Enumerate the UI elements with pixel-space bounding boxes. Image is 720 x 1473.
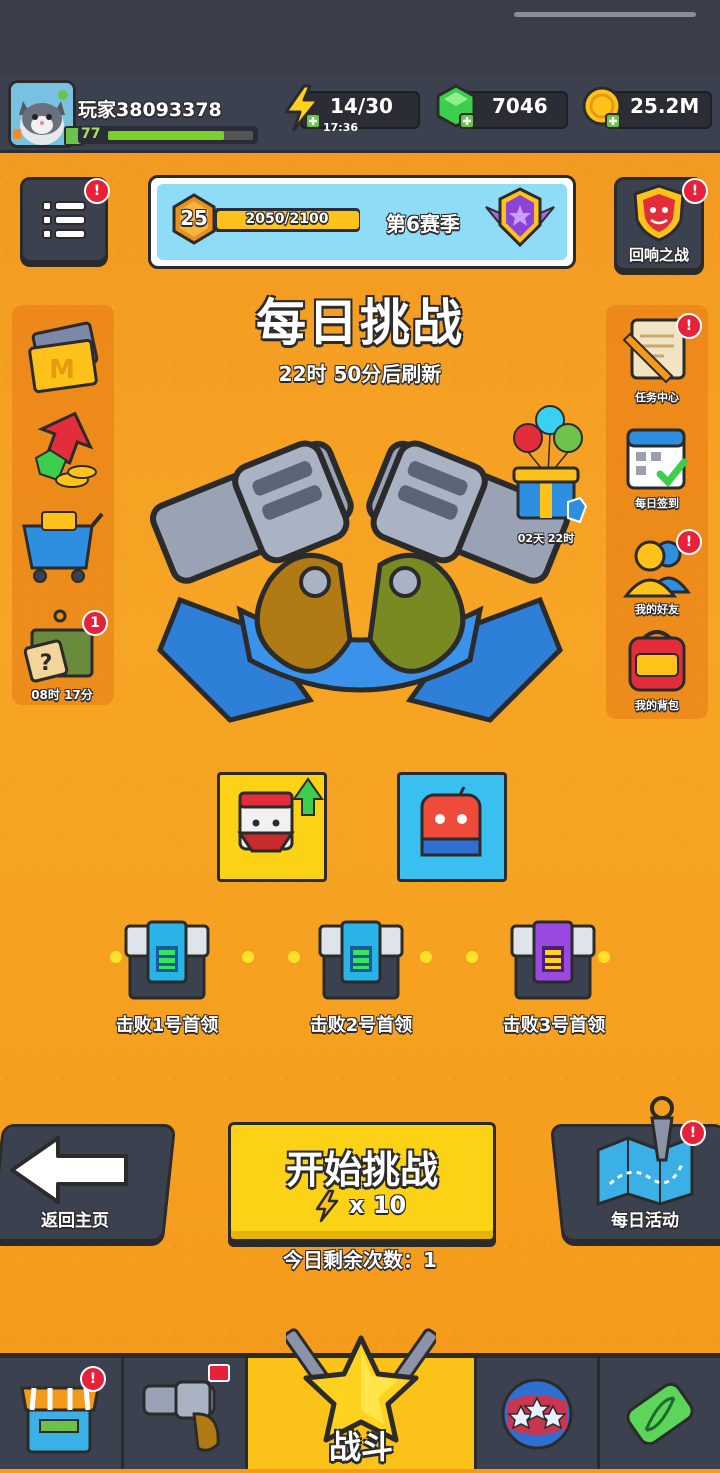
boss-chest-3[interactable] bbox=[510, 920, 596, 1000]
crate-count-badge: 1 bbox=[82, 610, 108, 636]
calendar-check-icon bbox=[626, 428, 688, 490]
svg-text:?: ? bbox=[40, 651, 53, 676]
weapons-new-badge bbox=[208, 1364, 230, 1382]
tab-genes[interactable] bbox=[600, 1358, 720, 1469]
svg-text:M: M bbox=[49, 355, 75, 385]
crate-timer: 08时 17分 bbox=[31, 688, 93, 702]
stars-globe-icon bbox=[501, 1378, 573, 1450]
progress-dot bbox=[466, 951, 478, 963]
purple-chest-icon bbox=[510, 920, 596, 1000]
home-indicator[interactable] bbox=[514, 12, 696, 17]
progress-dot bbox=[288, 951, 300, 963]
daily-signin-label: 每日签到 bbox=[635, 497, 679, 510]
menu-alert-badge: ! bbox=[84, 178, 110, 204]
boss-label-3: 击败3号首领 bbox=[502, 1015, 606, 1036]
growth-arrow-icon[interactable] bbox=[22, 408, 104, 494]
season-label: 第6赛季 bbox=[386, 212, 460, 236]
m-card-icon[interactable]: M bbox=[22, 320, 104, 400]
daily-signin-button[interactable]: 每日签到 bbox=[610, 420, 704, 518]
daily-event-alert-badge: ! bbox=[680, 1120, 706, 1146]
energy-timer: 17:36 bbox=[323, 121, 359, 134]
blue-chest-icon bbox=[318, 920, 404, 1000]
season-xp-bar: 2050/2100 bbox=[214, 208, 360, 232]
coins-value: 25.2M bbox=[630, 94, 700, 118]
season-xp-text: 2050/2100 bbox=[245, 211, 329, 227]
player-name: 玩家38093378 bbox=[78, 99, 222, 121]
blue-chest-icon bbox=[124, 920, 210, 1000]
my-backpack-label: 我的背包 bbox=[635, 699, 679, 712]
hero-robot-icon bbox=[420, 786, 482, 857]
start-cost: x 10 bbox=[349, 1191, 407, 1219]
boss-label-1: 击败1号首领 bbox=[115, 1015, 219, 1036]
start-challenge-label: 开始挑战 bbox=[285, 1148, 438, 1192]
gem-icon bbox=[436, 84, 476, 129]
remaining-attempts: 今日剩余次数：1 bbox=[283, 1248, 437, 1272]
shop-alert-badge: ! bbox=[80, 1366, 106, 1392]
lightning-icon bbox=[284, 84, 321, 132]
shop-cart-icon[interactable] bbox=[18, 500, 106, 588]
start-challenge-button[interactable]: 开始挑战 x 10 bbox=[228, 1122, 496, 1242]
echo-battle-label: 回响之战 bbox=[628, 246, 689, 264]
echo-battle-alert-badge: ! bbox=[682, 178, 708, 204]
my-friends-label: 我的好友 bbox=[635, 603, 679, 616]
friends-alert-badge: ! bbox=[676, 529, 702, 555]
energy-value: 14/30 bbox=[330, 94, 393, 118]
lightning-icon bbox=[315, 1189, 339, 1223]
player-xp-fill bbox=[108, 131, 224, 140]
boss-chest-1[interactable] bbox=[124, 920, 210, 1000]
battle-tab-label: 战斗 bbox=[328, 1428, 393, 1466]
dna-capsule-icon bbox=[626, 1382, 694, 1446]
hero-bandit-icon bbox=[237, 777, 324, 853]
gift-timer: 02天 22时 bbox=[517, 532, 575, 545]
backpack-icon bbox=[628, 630, 686, 692]
hero-card-2[interactable] bbox=[397, 772, 507, 882]
progress-dot bbox=[598, 951, 610, 963]
gems-value: 7046 bbox=[492, 94, 548, 118]
boss-chest-2[interactable] bbox=[318, 920, 404, 1000]
player-level: 77 bbox=[81, 126, 101, 142]
hero-card-1[interactable] bbox=[217, 772, 327, 882]
progress-dot bbox=[242, 951, 254, 963]
progress-dot bbox=[110, 951, 122, 963]
season-level: 25 bbox=[180, 206, 208, 230]
gift-balloons-icon[interactable] bbox=[506, 400, 592, 532]
coin-icon bbox=[582, 86, 622, 129]
daily-event-label: 每日活动 bbox=[611, 1211, 679, 1231]
progress-dot bbox=[420, 951, 432, 963]
quest-center-label: 任务中心 bbox=[635, 391, 679, 404]
season-rank-emblem-icon bbox=[485, 187, 555, 248]
boss-label-2: 击败2号首领 bbox=[309, 1015, 413, 1036]
tab-rankings[interactable] bbox=[477, 1358, 600, 1469]
my-backpack-button[interactable]: 我的背包 bbox=[610, 626, 704, 718]
back-arrow-icon bbox=[10, 1136, 128, 1204]
quest-alert-badge: ! bbox=[676, 313, 702, 339]
map-pin-icon bbox=[596, 1096, 694, 1206]
player-xp-bar: 77 bbox=[78, 126, 258, 144]
back-home-label: 返回主页 bbox=[41, 1211, 109, 1231]
